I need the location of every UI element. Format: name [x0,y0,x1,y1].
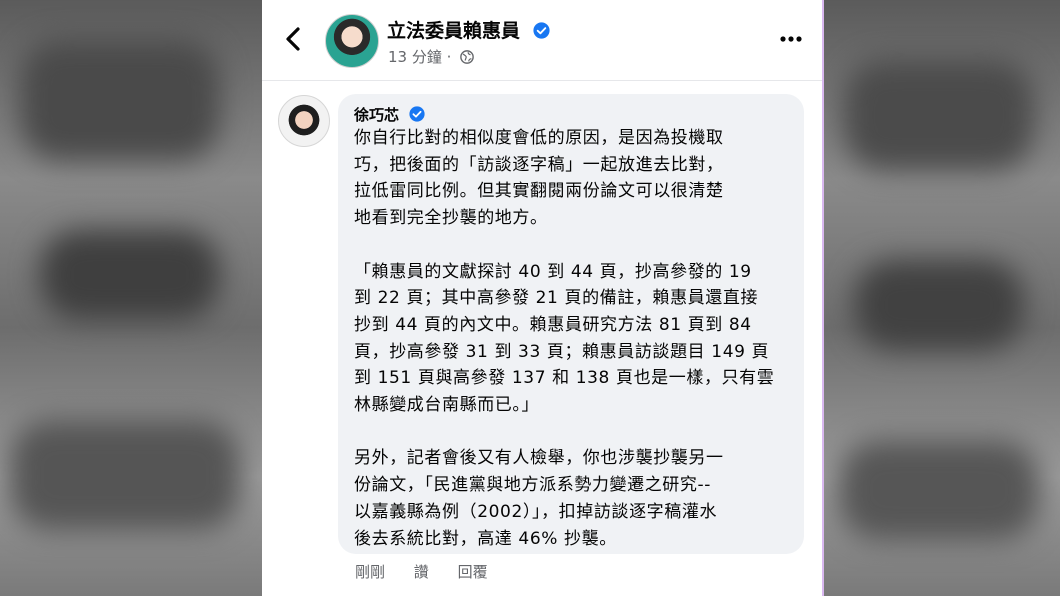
facebook-post-panel: 立法委員賴惠員 13 分鐘 · 徐巧芯 你自行比對的相似度會低的原因，是因為投機… [262,0,824,596]
commenter-name-label[interactable]: 徐巧芯 [354,106,399,124]
comment-actions: 剛剛 讚 回覆 [355,561,512,582]
blurred-background-right [824,0,1060,596]
comment-bubble: 徐巧芯 你自行比對的相似度會低的原因，是因為投機取 巧，把後面的「訪談逐字稿」一… [338,94,804,554]
verified-badge-icon [533,22,550,39]
comment-paragraph: 「賴惠員的文獻探討 40 到 44 頁，抄高參發的 19 到 22 頁；其中高參… [354,261,775,416]
page-avatar[interactable] [325,14,379,68]
reply-button[interactable]: 回覆 [458,563,488,581]
post-header: 立法委員賴惠員 13 分鐘 · [262,0,824,81]
globe-icon [460,50,475,64]
post-meta: 13 分鐘 · [388,46,475,67]
page-name-label[interactable]: 立法委員賴惠員 [387,20,520,42]
meta-separator: · [446,48,452,66]
panel-edge [822,0,824,596]
blurred-background-left [0,0,262,596]
comment-time[interactable]: 剛剛 [355,563,385,581]
commenter-avatar[interactable] [278,95,330,147]
page-name[interactable]: 立法委員賴惠員 [387,16,550,43]
comment-paragraph: 另外，記者會後又有人檢舉，你也涉襲抄襲另一 份論文，「民進黨與地方派系勢力變遷之… [354,448,724,549]
verified-badge-icon [409,106,425,122]
more-dots-icon[interactable] [778,30,804,48]
post-time[interactable]: 13 分鐘 [388,48,442,66]
commenter-name[interactable]: 徐巧芯 [354,104,425,125]
comment-paragraph: 你自行比對的相似度會低的原因，是因為投機取 巧，把後面的「訪談逐字稿」一起放進去… [354,128,724,229]
back-arrow-icon[interactable] [282,24,304,54]
comment-text: 你自行比對的相似度會低的原因，是因為投機取 巧，把後面的「訪談逐字稿」一起放進去… [354,125,798,579]
like-button[interactable]: 讚 [414,563,429,581]
